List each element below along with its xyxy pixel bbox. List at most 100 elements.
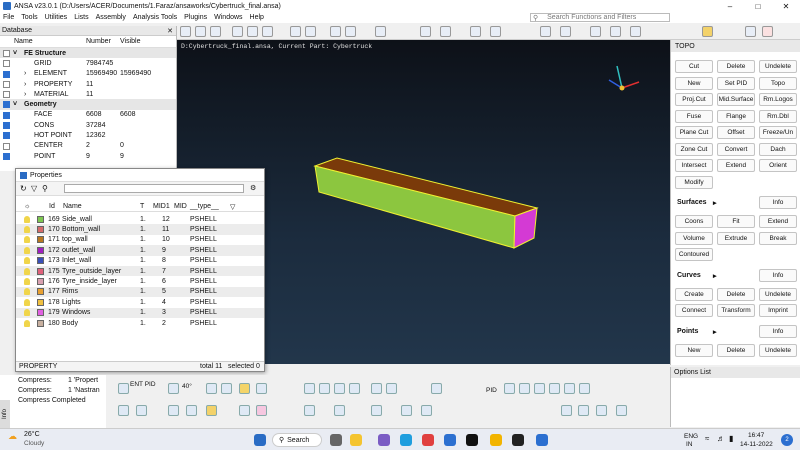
visibility-bulb-icon[interactable] <box>24 257 30 265</box>
pencil-icon[interactable] <box>616 405 627 416</box>
topo-button-zone-cut[interactable]: Zone Cut <box>675 142 713 156</box>
chevron-right-icon[interactable]: › <box>24 91 26 98</box>
battery-icon[interactable]: ▮ <box>729 434 733 443</box>
menu-lists[interactable]: Lists <box>74 14 88 21</box>
column-mid[interactable]: MID <box>174 203 187 210</box>
notion-icon[interactable] <box>466 434 478 446</box>
curves-section-header[interactable]: Curves <box>677 272 701 279</box>
region-label[interactable]: IN <box>686 441 693 448</box>
db-row-face[interactable]: FACE 6608 6608 <box>0 110 176 120</box>
topo-button-orient[interactable]: Orient <box>759 159 797 172</box>
options-icon[interactable] <box>560 26 571 37</box>
topo-button-undelete[interactable]: Undelete <box>759 60 797 73</box>
node-icon[interactable] <box>168 405 179 416</box>
curve-icon[interactable] <box>304 383 315 394</box>
db-row-element[interactable]: › ELEMENT 15969490 15969490 <box>0 69 176 79</box>
chevron-down-icon[interactable]: ˅ <box>13 101 17 108</box>
mesh-view-icon[interactable] <box>371 405 382 416</box>
curve-select-icon[interactable] <box>596 405 607 416</box>
column-name[interactable]: Name <box>63 203 82 210</box>
property-row[interactable]: 170 Bottom_wall 1. 11 PSHELL <box>16 224 264 235</box>
topo-button-offset[interactable]: Offset <box>717 126 755 139</box>
visibility-bulb-icon[interactable] <box>24 319 30 327</box>
part-icon[interactable] <box>534 383 545 394</box>
weather-desc[interactable]: Cloudy <box>24 440 44 447</box>
topo-button-set-pid[interactable]: Set PID <box>717 76 755 90</box>
topo-button-undelete[interactable]: Undelete <box>759 287 797 301</box>
visibility-bulb-icon[interactable] <box>24 215 30 223</box>
topo-button-new[interactable]: New <box>675 343 713 357</box>
shading-icon[interactable] <box>290 26 301 37</box>
row-checkbox[interactable] <box>3 60 10 68</box>
db-row-material[interactable]: › MATERIAL 11 <box>0 89 176 99</box>
line-icon[interactable] <box>256 383 267 394</box>
menu-plugins[interactable]: Plugins <box>184 14 207 21</box>
teams-icon[interactable] <box>378 434 390 446</box>
property-row[interactable]: 173 Inlet_wall 1. 8 PSHELL <box>16 256 264 266</box>
row-checkbox[interactable] <box>3 80 10 88</box>
topo-button-delete[interactable]: Delete <box>717 60 755 73</box>
surfaces-section-header[interactable]: Surfaces <box>677 199 707 206</box>
grid-view-icon[interactable] <box>610 26 621 37</box>
notification-badge[interactable]: 2 <box>781 434 793 446</box>
wave-icon[interactable] <box>256 405 267 416</box>
visibility-bulb-icon[interactable] <box>24 288 30 296</box>
menu-tools[interactable]: Tools <box>21 14 37 21</box>
column-type[interactable]: __type__ <box>190 203 219 210</box>
menu-analysis-tools[interactable]: Analysis Tools <box>133 14 177 21</box>
x-axis-icon[interactable] <box>221 383 232 394</box>
view-front-icon[interactable] <box>232 26 243 37</box>
search-functions-input[interactable]: ⚲ Search Functions and Filters <box>530 13 670 22</box>
topo-button-proj-cut[interactable]: Proj.Cut <box>675 93 713 106</box>
topo-button-convert[interactable]: Convert <box>717 142 755 156</box>
close-icon[interactable]: ✕ <box>167 27 173 35</box>
visibility-bulb-icon[interactable] <box>24 267 30 275</box>
camera-icon[interactable] <box>386 383 397 394</box>
topo-button-fuse[interactable]: Fuse <box>675 109 713 123</box>
property-row[interactable]: 179 Windows 1. 3 PSHELL <box>16 307 264 318</box>
section-checkbox[interactable] <box>3 101 10 109</box>
color-icon[interactable] <box>579 383 590 394</box>
row-checkbox[interactable] <box>3 132 10 140</box>
topo-button-new[interactable]: New <box>675 76 713 90</box>
chevron-right-icon[interactable]: › <box>24 70 26 77</box>
cut-icon[interactable] <box>239 405 250 416</box>
topo-button-break[interactable]: Break <box>759 231 797 245</box>
topo-button-modify[interactable]: Modify <box>675 175 713 189</box>
options-icon[interactable]: ⚙ <box>250 184 256 192</box>
pid-label[interactable]: PID <box>486 387 497 394</box>
chevron-down-icon[interactable]: ˅ <box>13 50 17 57</box>
visibility-bulb-icon[interactable] <box>24 309 30 317</box>
clock-time[interactable]: 16:47 <box>748 432 764 439</box>
topo-button-info[interactable]: Info <box>759 324 797 338</box>
properties-search-input[interactable] <box>64 184 244 193</box>
pointer-icon[interactable] <box>431 383 442 394</box>
column-id[interactable]: Id <box>49 203 55 210</box>
zoom-icon[interactable] <box>375 26 386 37</box>
property-row[interactable]: 172 outlet_wall 1. 9 PSHELL <box>16 245 264 256</box>
property-row[interactable]: 176 Tyre_inside_layer 1. 6 PSHELL <box>16 276 264 286</box>
nastran-deck-icon[interactable] <box>762 26 773 37</box>
move-icon[interactable] <box>118 405 129 416</box>
property-row[interactable]: 180 Body 1. 2 PSHELL <box>16 318 264 328</box>
property-row[interactable]: 169 Side_wall 1. 12 PSHELL <box>16 214 264 224</box>
topo-button-intersect[interactable]: Intersect <box>675 159 713 172</box>
topo-button-extend[interactable]: Extend <box>759 215 797 228</box>
menu-utilities[interactable]: Utilities <box>45 14 68 21</box>
menu-help[interactable]: Help <box>250 14 264 21</box>
row-checkbox[interactable] <box>3 152 10 160</box>
property-row[interactable]: 178 Lights 1. 4 PSHELL <box>16 297 264 307</box>
task-view-icon[interactable] <box>330 434 342 446</box>
rotate-view-icon[interactable] <box>195 26 206 37</box>
grid-select-icon[interactable] <box>304 405 315 416</box>
row-checkbox[interactable] <box>3 111 10 119</box>
box-icon[interactable] <box>371 383 382 394</box>
visibility-bulb-icon[interactable] <box>24 246 30 254</box>
copy-icon[interactable] <box>136 405 147 416</box>
chevron-right-icon[interactable]: ▸ <box>713 328 717 336</box>
start-icon[interactable] <box>254 434 266 446</box>
close-button[interactable]: ✕ <box>772 0 800 12</box>
visibility-bulb-icon[interactable] <box>24 226 30 234</box>
db-row-grid[interactable]: GRID 7984745 <box>0 58 176 68</box>
ent-pid-label[interactable]: ENT PID <box>130 381 156 388</box>
